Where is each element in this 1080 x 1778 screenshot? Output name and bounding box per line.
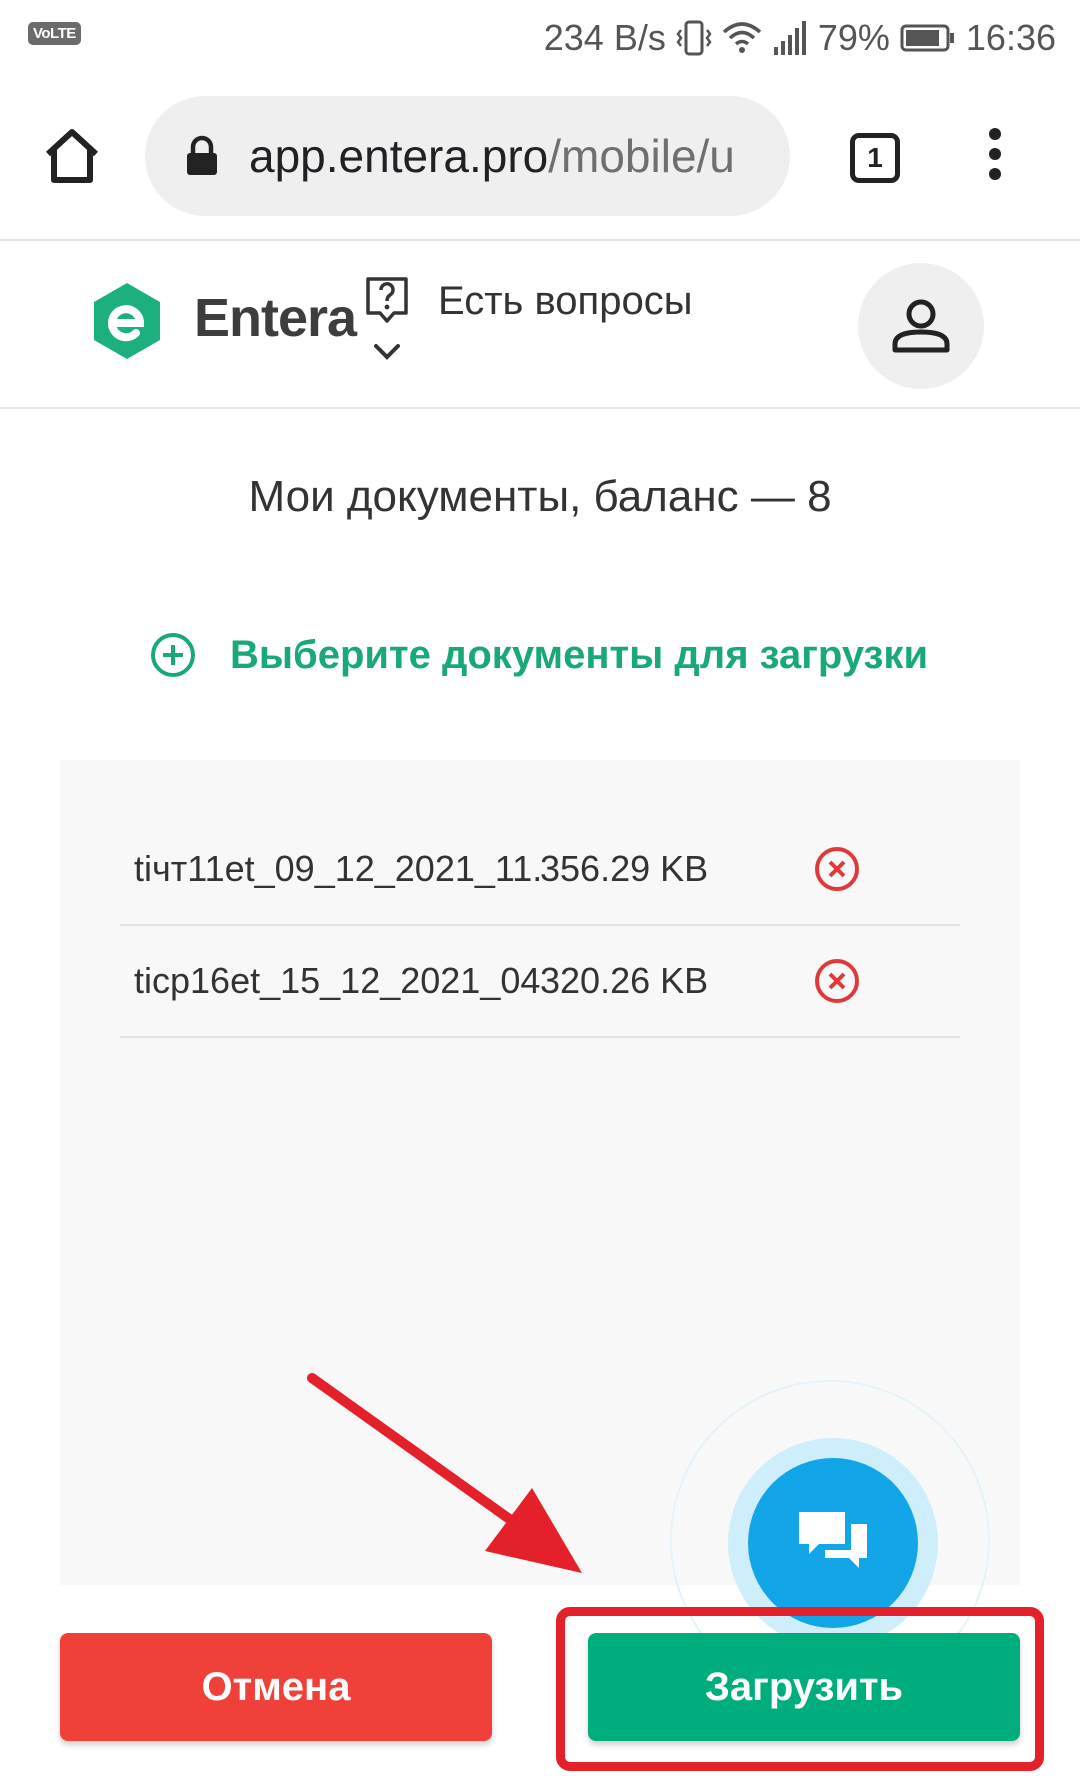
lock-icon [187, 135, 217, 175]
url-host: app.entera.pro [249, 130, 549, 182]
remove-file-icon[interactable] [814, 846, 860, 892]
address-bar[interactable]: app.entera.pro/mobile/u [145, 96, 790, 216]
battery-percent: 79% [817, 17, 890, 58]
menu-dot [989, 168, 1001, 180]
file-size: 320.26 KB [540, 960, 709, 1001]
entera-logo-icon [94, 283, 160, 359]
page-title: Мои документы, баланс — 8 [248, 472, 832, 521]
battery-icon [900, 24, 956, 52]
net-speed: 234 B/s [543, 17, 666, 58]
help-label[interactable]: Есть вопросы [438, 279, 692, 324]
status-icons: 234 B/s 79% 16:36 [544, 14, 1056, 62]
annotation-highlight-box [556, 1607, 1044, 1771]
app-header: Entera Есть вопросы [0, 243, 1080, 409]
chat-bubbles-icon [799, 1512, 867, 1568]
home-button[interactable] [40, 124, 104, 188]
vibrate-icon [676, 18, 712, 58]
menu-dot [989, 128, 1001, 140]
status-bar: VoLTE 234 B/s 79% 16:36 [0, 0, 1080, 76]
chevron-down-icon [374, 344, 400, 360]
user-icon [892, 299, 950, 353]
page: VoLTE 234 B/s 79% 16:36 app.entera.pro/m… [0, 0, 1080, 1778]
file-size: 356.29 KB [540, 848, 709, 889]
browser-toolbar: app.entera.pro/mobile/u 1 [0, 76, 1080, 241]
signal-icon [772, 21, 808, 55]
clock: 16:36 [965, 17, 1056, 58]
profile-button[interactable] [858, 263, 984, 389]
url-path: /mobile/u [548, 130, 735, 182]
choose-documents-label: Выберите документы для загрузки [230, 632, 929, 677]
plus-circle-icon [151, 633, 195, 677]
help-chat-icon [366, 277, 408, 323]
chat-widget-button[interactable] [748, 1458, 918, 1628]
url-text: app.entera.pro/mobile/u [249, 129, 735, 183]
menu-dot [989, 148, 1001, 160]
browser-menu-button[interactable] [980, 128, 1010, 188]
wifi-icon [722, 20, 762, 56]
cancel-button[interactable]: Отмена [60, 1633, 492, 1741]
file-name: ticp16et_15_12_2021_04... [134, 960, 540, 1001]
tab-switcher-button[interactable]: 1 [850, 133, 900, 183]
annotation-arrow-icon [307, 1373, 582, 1573]
help-dropdown-toggle[interactable] [364, 275, 410, 367]
file-row: ticp16et_15_12_2021_04... 320.26 KB [120, 926, 960, 1038]
file-name: tiчт11et_09_12_2021_11... [134, 848, 540, 889]
file-row: tiчт11et_09_12_2021_11... 356.29 KB [120, 814, 960, 926]
home-icon [45, 129, 99, 183]
remove-file-icon[interactable] [814, 958, 860, 1004]
volte-indicator: VoLTE [28, 22, 81, 45]
choose-documents-link[interactable]: Выберите документы для загрузки [150, 632, 928, 678]
brand-name: Entera [194, 288, 357, 348]
